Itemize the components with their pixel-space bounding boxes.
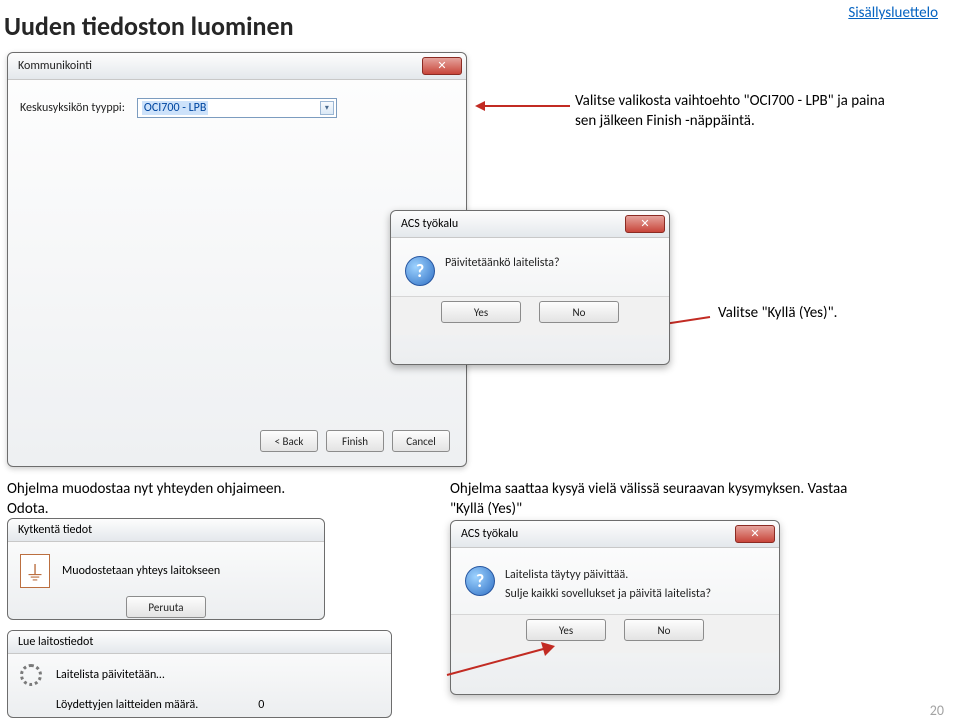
- status-line: Laitelista päivitetään…: [56, 668, 165, 682]
- dialog-title: Kommunikointi: [18, 59, 92, 73]
- dialog-read-plant-data: Lue laitostiedot Laitelista päivitetään……: [7, 630, 392, 718]
- dialog-connection-info: Kytkentä tiedot ⏚ Muodostetaan yhteys la…: [7, 518, 325, 620]
- yes-button[interactable]: Yes: [526, 619, 606, 641]
- back-button[interactable]: < Back: [260, 430, 318, 452]
- question-icon: ?: [405, 256, 435, 286]
- found-devices-value: 0: [258, 698, 264, 712]
- page-number: 20: [930, 702, 944, 719]
- yes-button[interactable]: Yes: [441, 301, 521, 323]
- select-value: OCI700 - LPB: [142, 101, 208, 115]
- plug-icon: ⏚: [20, 554, 50, 588]
- instruction-text: Valitse "Kyllä (Yes)".: [718, 304, 837, 322]
- cancel-button[interactable]: Peruuta: [126, 596, 206, 618]
- dialog-title: ACS työkalu: [461, 527, 518, 541]
- finish-button[interactable]: Finish: [326, 430, 384, 452]
- field-label: Keskusyksikön tyyppi:: [20, 101, 125, 115]
- dialog-message: Päivitetäänkö laitelista?: [445, 256, 560, 270]
- question-icon: ?: [465, 566, 495, 596]
- central-unit-type-select[interactable]: OCI700 - LPB ▾: [137, 98, 337, 118]
- dialog-message-line: Laitelista täytyy päivittää.: [505, 566, 711, 585]
- instruction-text: Valitse valikosta vaihtoehto "OCI700 - L…: [575, 92, 885, 131]
- caption-line: Odota.: [7, 500, 49, 518]
- close-button[interactable]: ✕: [735, 525, 775, 543]
- page-title: Uuden tiedoston luominen: [4, 10, 294, 42]
- dialog-message-line: Sulje kaikki sovellukset ja päivitä lait…: [505, 585, 711, 604]
- spinner-icon: [20, 664, 42, 686]
- dialog-title: Kytkentä tiedot: [18, 523, 92, 537]
- dialog-title: Lue laitostiedot: [8, 631, 391, 654]
- pointer-arrow-icon: [475, 105, 570, 107]
- close-button[interactable]: ✕: [422, 57, 462, 75]
- no-button[interactable]: No: [624, 619, 704, 641]
- instruction-text: Ohjelma muodostaa nyt yhteyden ohjaimeen…: [7, 480, 285, 519]
- titlebar: Kommunikointi ✕: [8, 53, 466, 80]
- dialog-acs-tool-1: ACS työkalu ✕ ? Päivitetäänkö laitelista…: [390, 210, 670, 365]
- chevron-down-icon: ▾: [320, 101, 334, 115]
- close-button[interactable]: ✕: [625, 215, 665, 233]
- dialog-message: Muodostetaan yhteys laitokseen: [62, 564, 220, 578]
- found-devices-label: Löydettyjen laitteiden määrä.: [56, 698, 198, 712]
- instruction-text: Ohjelma saattaa kysyä vielä välissä seur…: [450, 480, 880, 519]
- no-button[interactable]: No: [539, 301, 619, 323]
- dialog-title: ACS työkalu: [401, 217, 458, 231]
- pointer-arrow-icon: [437, 640, 547, 670]
- toc-link[interactable]: Sisällysluettelo: [848, 4, 938, 22]
- caption-line: Ohjelma muodostaa nyt yhteyden ohjaimeen…: [7, 480, 285, 498]
- cancel-button[interactable]: Cancel: [392, 430, 450, 452]
